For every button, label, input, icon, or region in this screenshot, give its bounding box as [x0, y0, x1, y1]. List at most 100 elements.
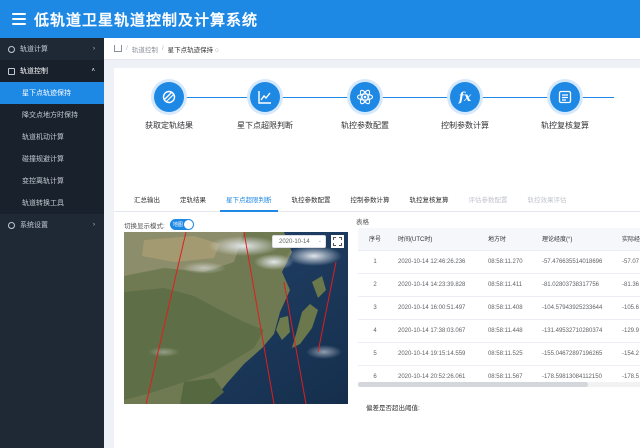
scrollbar-thumb[interactable]: [358, 382, 588, 387]
fullscreen-icon[interactable]: [331, 235, 344, 248]
sidebar-group-system-settings[interactable]: 系统设置 ›: [0, 214, 104, 236]
sidebar-item-orbit-conversion[interactable]: 轨道转换工具: [0, 192, 104, 214]
column-header[interactable]: 时间(UTC时): [391, 228, 482, 251]
column-header[interactable]: 实际经: [615, 228, 640, 251]
tab-orbit-result[interactable]: 定轨结果: [170, 194, 216, 211]
sidebar-item-ground-track[interactable]: 星下点轨迹保持: [0, 82, 104, 104]
table-cell: 08:58:11.408: [481, 296, 536, 320]
step-param-calc[interactable]: fx 控制参数计算: [420, 82, 510, 131]
sidebar: 轨道计算 › 轨道控制 ˄ 星下点轨迹保持 降交点地方时保持 轨道机动计算 碰撞…: [0, 38, 104, 448]
sidebar-item-deorbit-calc[interactable]: 变控离轨计算: [0, 170, 104, 192]
sidebar-group-label: 轨道控制: [20, 68, 48, 75]
settings-icon: [8, 45, 15, 53]
app-title: 低轨道卫星轨道控制及计算系统: [34, 11, 259, 29]
home-icon[interactable]: [114, 45, 122, 52]
table-cell: 2020-10-14 20:52:26.061: [391, 365, 482, 378]
table-cell: 2020-10-14 16:00:51.497: [391, 296, 482, 320]
table-cell: -155.04672897196265: [535, 342, 616, 366]
ground-track-map[interactable]: 2020-10-14 ⌄: [124, 232, 348, 404]
table-cell: -131.49532710280374: [535, 319, 616, 343]
table-cell: -57.07: [615, 250, 640, 274]
table-cell: -178.5: [615, 365, 640, 378]
breadcrumb-separator: /: [126, 45, 128, 52]
sidebar-item-label: 碰撞规避计算: [22, 156, 64, 163]
table-cell: 3: [358, 296, 392, 320]
table-row[interactable]: 4 2020-10-14 17:38:03.067 08:58:11.448 -…: [358, 319, 640, 343]
date-value: 2020-10-14: [279, 238, 310, 245]
table-cell: 08:58:11.448: [481, 319, 536, 343]
step-review[interactable]: 轨控复核复算: [520, 82, 610, 131]
table-cell: 08:58:11.270: [481, 250, 536, 274]
step-label: 控制参数计算: [441, 121, 489, 130]
table-cell: 2020-10-14 12:46:26.236: [391, 250, 482, 274]
tab-summary[interactable]: 汇总输出: [124, 194, 170, 211]
table-title: 表格: [356, 219, 369, 226]
date-picker[interactable]: 2020-10-14 ⌄: [272, 235, 326, 248]
step-fetch-orbit[interactable]: 获取定轨结果: [124, 82, 214, 131]
result-panel: 汇总输出 定轨结果 星下点超限判断 轨控参数配置 控制参数计算 轨控复核复算 评…: [114, 186, 640, 448]
table-cell: 2: [358, 273, 392, 297]
tab-param-calc[interactable]: 控制参数计算: [341, 194, 400, 211]
step-label: 轨控复核复算: [541, 121, 589, 130]
step-label: 星下点超限判断: [237, 121, 293, 130]
sidebar-item-label: 变控离轨计算: [22, 178, 64, 185]
sidebar-item-maneuver-calc[interactable]: 轨道机动计算: [0, 126, 104, 148]
table-cell: -105.6: [615, 296, 640, 320]
sidebar-group-orbit-control[interactable]: 轨道控制 ˄: [0, 60, 104, 82]
table-cell: -81.36: [615, 273, 640, 297]
control-icon: [8, 67, 15, 75]
column-header[interactable]: 序号: [358, 228, 392, 251]
satellite-imagery: [124, 232, 348, 404]
sidebar-item-node-local-time[interactable]: 降交点地方时保持: [0, 104, 104, 126]
tab-review[interactable]: 轨控复核复算: [400, 194, 459, 211]
table-row[interactable]: 6 2020-10-14 20:52:26.061 08:58:11.567 -…: [358, 365, 640, 378]
breadcrumb-separator: /: [161, 45, 164, 52]
breadcrumb-parent[interactable]: 轨道控制: [132, 44, 158, 54]
chart-icon: [250, 82, 280, 112]
sidebar-item-collision-avoidance[interactable]: 碰撞规避计算: [0, 148, 104, 170]
table-cell: 1: [358, 250, 392, 274]
breadcrumb-current: 星下点轨迹保持 ◌: [167, 46, 219, 54]
column-header[interactable]: 地方时: [481, 228, 536, 251]
table-cell: 08:58:11.567: [481, 365, 536, 378]
hamburger-menu-icon[interactable]: [12, 13, 26, 25]
table-horizontal-scrollbar[interactable]: [358, 382, 640, 387]
sidebar-item-label: 星下点轨迹保持: [22, 90, 71, 97]
tab-eval-result: 轨控效果评估: [527, 197, 567, 204]
display-mode-toggle-row: 切换显示模式: 地图: [124, 219, 194, 230]
app-header: 低轨道卫星轨道控制及计算系统: [0, 0, 640, 38]
column-header[interactable]: 理论经度(°): [535, 228, 616, 251]
table-cell: 6: [358, 365, 392, 378]
chevron-right-icon: ›: [93, 46, 95, 52]
table-row[interactable]: 5 2020-10-14 19:15:14.559 08:58:11.525 -…: [358, 342, 640, 366]
table-cell: -154.2: [615, 342, 640, 366]
list-icon: [550, 82, 580, 112]
table-row[interactable]: 2 2020-10-14 14:23:39.828 08:58:11.411 -…: [358, 273, 640, 297]
sidebar-group-orbit-calc[interactable]: 轨道计算 ›: [0, 38, 104, 60]
chevron-down-icon: ⌄: [317, 238, 322, 244]
table-cell: -104.57943925233644: [535, 296, 616, 320]
satellite-icon: [154, 82, 184, 112]
switch-knob: [183, 220, 193, 229]
step-limit-check[interactable]: 星下点超限判断: [220, 82, 310, 131]
sidebar-item-label: 降交点地方时保持: [22, 112, 78, 119]
atom-icon: [350, 82, 380, 112]
table-row[interactable]: 1 2020-10-14 12:46:26.236 08:58:11.270 -…: [358, 250, 640, 274]
table-cell: -178.59813084112150: [535, 365, 616, 378]
tab-eval-config: 评估参数配置: [468, 197, 508, 204]
threshold-check-label: 偏差是否超出阈值:: [366, 405, 420, 412]
table-cell: -129.9: [615, 319, 640, 343]
table-header-row: 序号 时间(UTC时) 地方时 理论经度(°) 实际经: [358, 228, 640, 251]
breadcrumb: / 轨道控制 / 星下点轨迹保持 ◌: [104, 38, 640, 60]
gear-icon: [8, 221, 15, 229]
table-row[interactable]: 3 2020-10-14 16:00:51.497 08:58:11.408 -…: [358, 296, 640, 320]
chevron-right-icon: ›: [93, 222, 95, 228]
sidebar-item-label: 轨道转换工具: [22, 200, 64, 207]
tab-limit-check[interactable]: 星下点超限判断: [216, 194, 282, 212]
main-content: / 轨道控制 / 星下点轨迹保持 ◌ 获取定轨结果 星下点超限判断 轨控参数配置: [104, 38, 640, 448]
table-cell: 2020-10-14 14:23:39.828: [391, 273, 482, 297]
data-table: 序号 时间(UTC时) 地方时 理论经度(°) 实际经 1 2020-10-14…: [358, 228, 640, 378]
step-param-config[interactable]: 轨控参数配置: [320, 82, 410, 131]
tab-param-config[interactable]: 轨控参数配置: [282, 194, 341, 211]
display-mode-switch[interactable]: 地图: [169, 219, 194, 230]
